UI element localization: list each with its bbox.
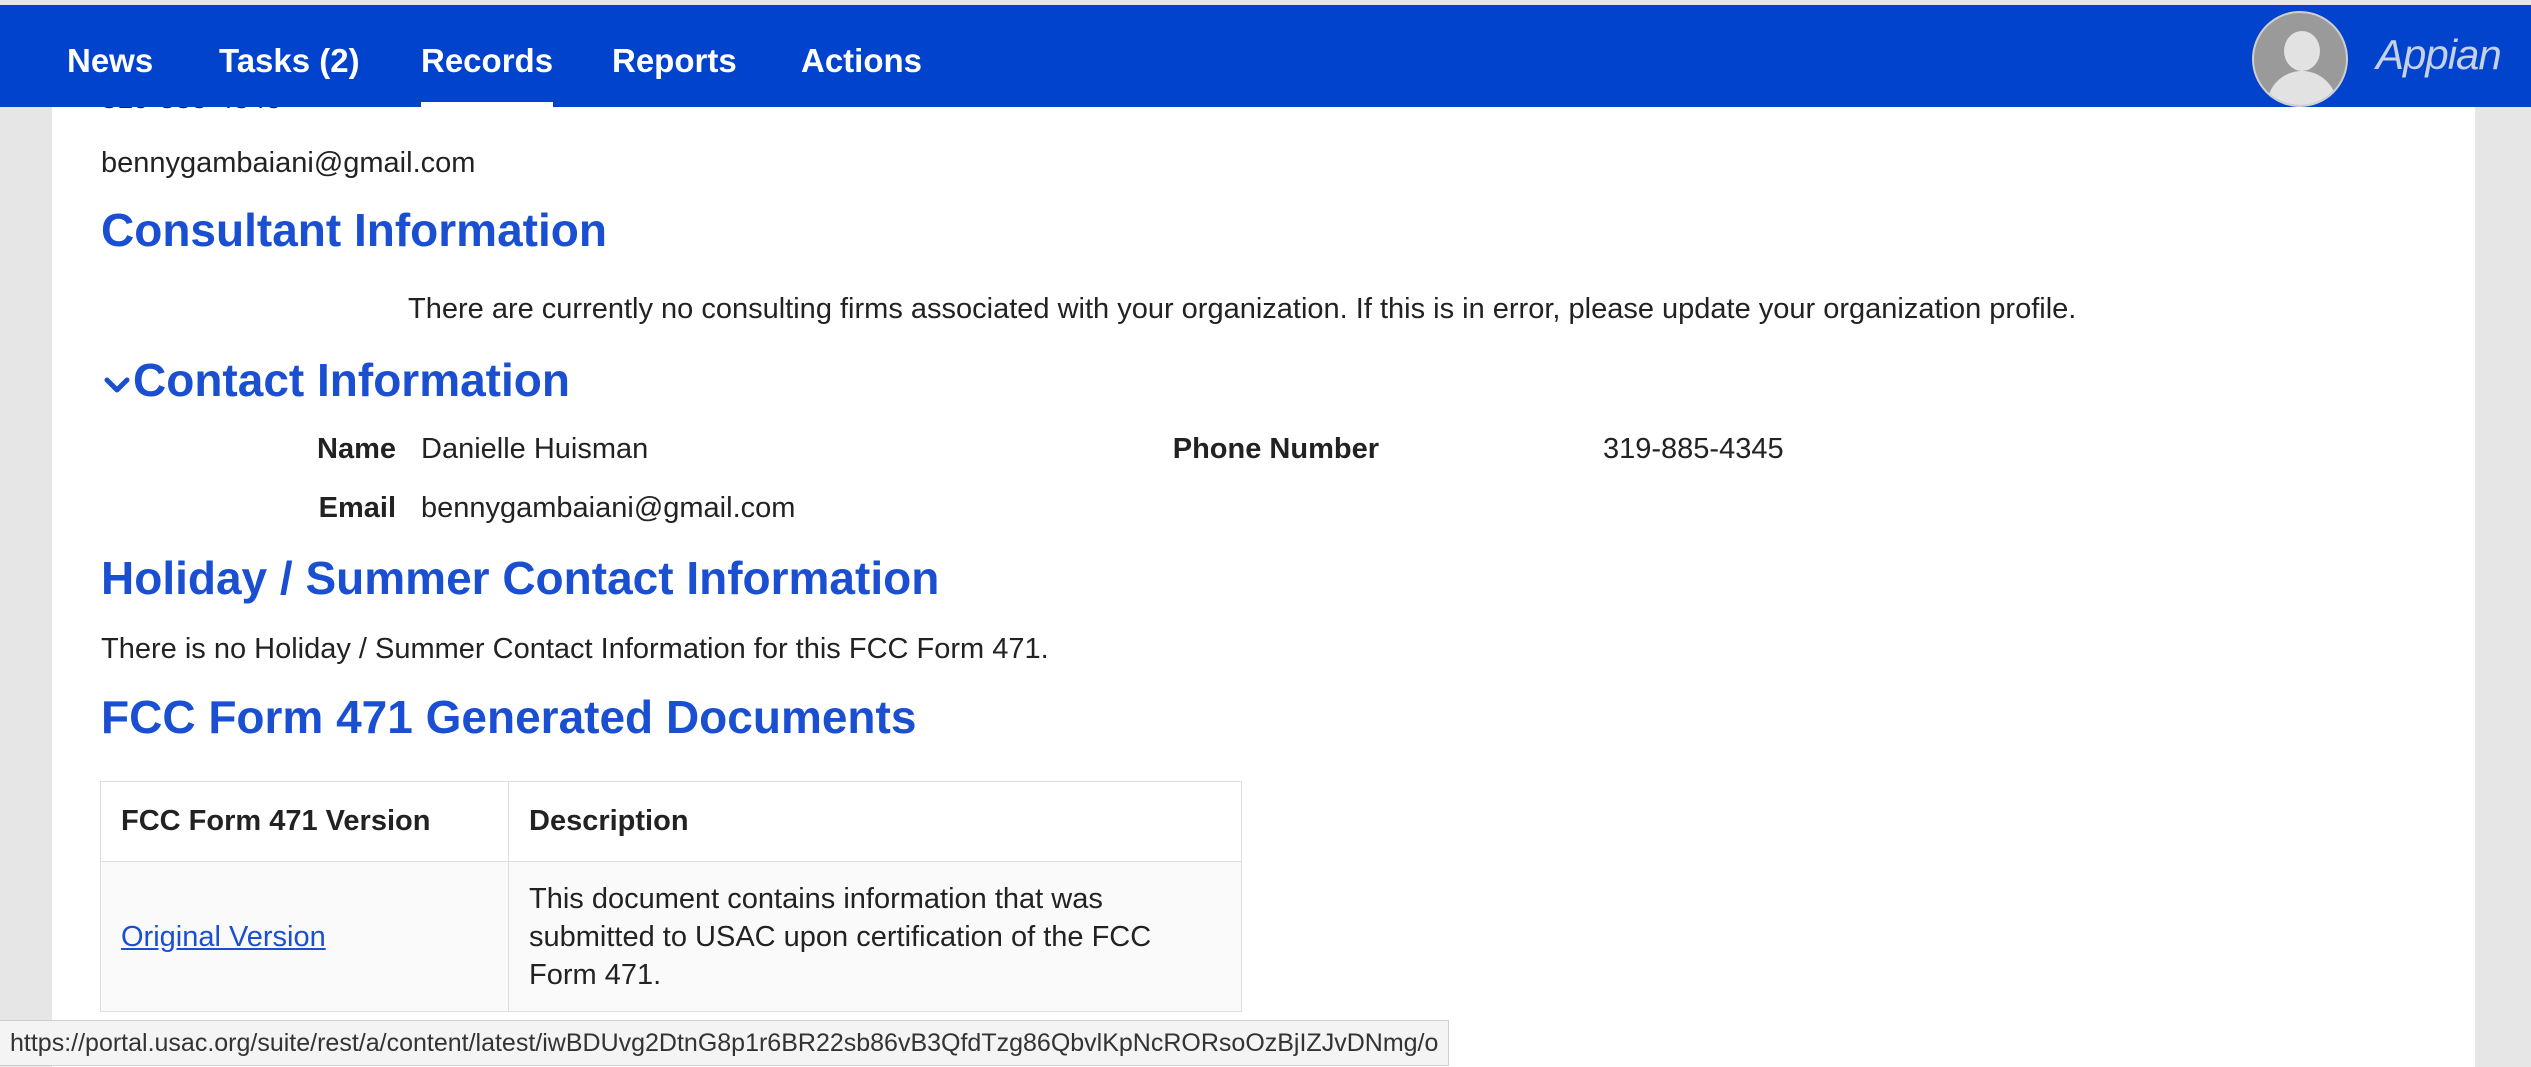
consultant-message: There are currently no consulting firms … [408,293,2077,325]
documents-heading: FCC Form 471 Generated Documents [101,691,917,743]
chevron-down-icon[interactable] [104,372,130,398]
browser-status-bar-url: https://portal.usac.org/suite/rest/a/con… [0,1020,1450,1066]
consultant-heading: Consultant Information [101,204,607,256]
contact-section-toggle[interactable]: Contact Information [133,353,570,407]
table-header-row: FCC Form 471 Version Description [100,781,1242,862]
column-header-version: FCC Form 471 Version [100,781,509,862]
appian-logo: Appian [2376,31,2502,78]
table-cell-description: This document contains information that … [508,861,1242,1012]
page-right-gutter [2475,107,2531,1067]
contact-name-value: Danielle Huisman [421,433,649,465]
holiday-heading: Holiday / Summer Contact Information [101,552,940,604]
tab-reports[interactable]: Reports [612,35,737,87]
contact-phone-partial: 319-885-4345 [101,107,282,116]
contact-email-label: Email [318,492,396,524]
contact-email-value: bennygambaiani@gmail.com [421,492,796,524]
user-avatar[interactable] [2252,11,2348,107]
holiday-message: There is no Holiday / Summer Contact Inf… [101,633,1049,665]
documents-table: FCC Form 471 Version Description Origina… [100,781,1242,1012]
contact-email-partial: bennygambaiani@gmail.com [101,147,476,179]
top-navigation-bar: News Tasks (2) Records Reports Actions A… [0,5,2531,110]
table-cell-version: Original Version [100,861,509,1012]
original-version-link[interactable]: Original Version [121,921,326,953]
tab-news[interactable]: News [67,35,153,87]
avatar-head [2284,31,2320,71]
tab-records[interactable]: Records [421,35,554,110]
contact-phone-value: 319-885-4345 [1603,433,1784,465]
record-content-panel: 319-885-4345 bennygambaiani@gmail.com Co… [52,107,2475,1067]
avatar-shoulders [2267,71,2337,105]
contact-name-label: Name [317,433,396,465]
column-header-description: Description [508,781,1242,862]
contact-phone-label: Phone Number [1172,433,1379,465]
table-row: Original Version This document contains … [100,861,1242,1012]
tab-tasks[interactable]: Tasks (2) [219,35,360,87]
tab-actions[interactable]: Actions [801,35,922,87]
